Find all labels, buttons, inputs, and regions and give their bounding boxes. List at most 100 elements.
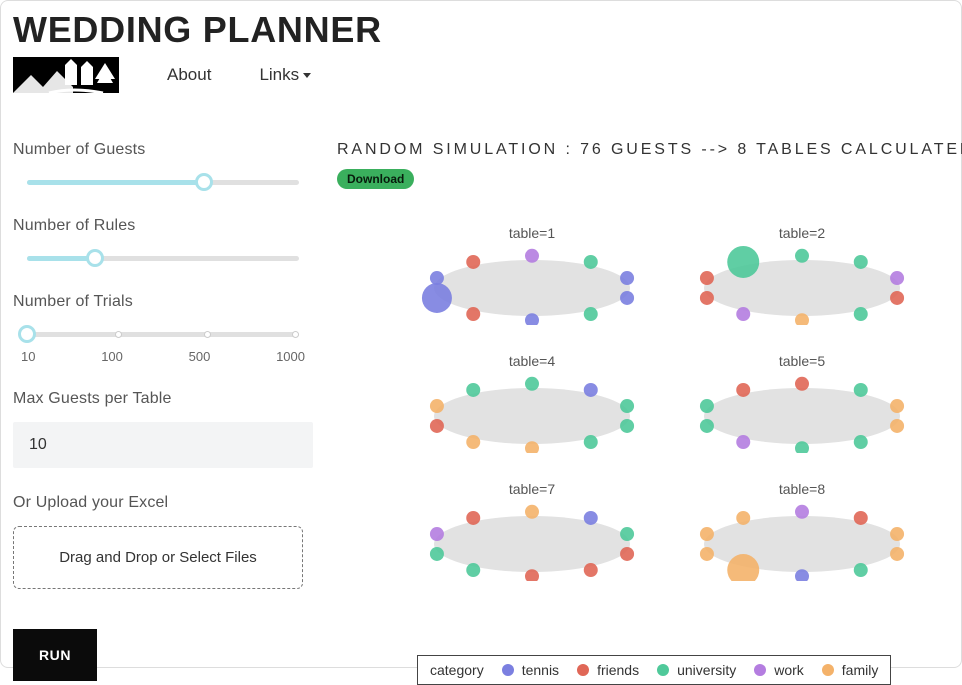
nav-links-label: Links [259, 65, 299, 85]
run-button[interactable]: RUN [13, 629, 97, 681]
guest-dot[interactable] [736, 511, 750, 525]
guest-dot[interactable] [620, 527, 634, 541]
legend-work: work [754, 662, 804, 678]
legend-friends: friends [577, 662, 639, 678]
table-cell: table=8 [677, 481, 927, 581]
guests-slider[interactable] [27, 173, 299, 191]
max-guests-input[interactable] [13, 422, 313, 468]
guest-dot[interactable] [430, 419, 444, 433]
nav-row: About Links [13, 57, 949, 93]
guest-dot[interactable] [700, 527, 714, 541]
guest-dot[interactable] [430, 399, 444, 413]
guest-dot[interactable] [890, 271, 904, 285]
legend-title: category [430, 662, 484, 678]
guest-dot[interactable] [525, 249, 539, 263]
guests-label: Number of Guests [13, 141, 313, 159]
table-label: table=4 [407, 353, 657, 369]
guest-dot[interactable] [422, 283, 452, 313]
logo-image [13, 57, 119, 93]
upload-dropzone[interactable]: Drag and Drop or Select Files [13, 526, 303, 589]
guest-dot[interactable] [430, 527, 444, 541]
guest-dot[interactable] [466, 511, 480, 525]
guest-dot[interactable] [584, 383, 598, 397]
guest-dot[interactable] [620, 399, 634, 413]
table-diagram [687, 499, 917, 581]
guest-dot[interactable] [466, 255, 480, 269]
guest-dot[interactable] [525, 377, 539, 391]
max-guests-label: Max Guests per Table [13, 390, 313, 408]
guest-dot[interactable] [795, 249, 809, 263]
legend-university: university [657, 662, 736, 678]
guest-dot[interactable] [854, 435, 868, 449]
guest-dot[interactable] [854, 511, 868, 525]
guest-dot[interactable] [466, 563, 480, 577]
table-diagram [687, 371, 917, 453]
guest-dot[interactable] [466, 307, 480, 321]
guest-dot[interactable] [584, 511, 598, 525]
guest-dot[interactable] [736, 307, 750, 321]
page-title: WEDDING PLANNER [13, 9, 949, 51]
guest-dot[interactable] [466, 383, 480, 397]
download-button[interactable]: Download [337, 169, 414, 189]
trials-slider[interactable] [27, 325, 299, 343]
guest-dot[interactable] [854, 255, 868, 269]
guest-dot[interactable] [890, 419, 904, 433]
guest-dot[interactable] [430, 547, 444, 561]
table-diagram [417, 243, 647, 325]
legend-family: family [822, 662, 879, 678]
guest-dot[interactable] [466, 435, 480, 449]
legend-tennis: tennis [502, 662, 559, 678]
rules-slider[interactable] [27, 249, 299, 267]
table-label: table=8 [677, 481, 927, 497]
table-diagram [687, 243, 917, 325]
table-label: table=7 [407, 481, 657, 497]
guest-dot[interactable] [854, 563, 868, 577]
table-diagram [417, 371, 647, 453]
guest-dot[interactable] [700, 419, 714, 433]
guest-dot[interactable] [620, 271, 634, 285]
guest-dot[interactable] [854, 307, 868, 321]
guest-dot[interactable] [890, 527, 904, 541]
guest-dot[interactable] [890, 399, 904, 413]
legend: category tennis friends university work … [417, 655, 891, 685]
upload-label: Or Upload your Excel [13, 494, 313, 512]
guest-dot[interactable] [854, 383, 868, 397]
table-cell: table=2 [677, 225, 927, 325]
guest-dot[interactable] [890, 291, 904, 305]
guest-dot[interactable] [700, 399, 714, 413]
trials-label: Number of Trials [13, 293, 313, 311]
table-cell: table=4 [407, 353, 657, 453]
nav-links-dropdown[interactable]: Links [259, 65, 311, 85]
guest-dot[interactable] [620, 547, 634, 561]
guest-dot[interactable] [736, 435, 750, 449]
guest-dot[interactable] [620, 419, 634, 433]
rules-label: Number of Rules [13, 217, 313, 235]
viz-panel: RANDOM SIMULATION : 76 GUESTS --> 8 TABL… [337, 141, 962, 681]
guest-dot[interactable] [700, 291, 714, 305]
table-diagram [417, 499, 647, 581]
table-label: table=2 [677, 225, 927, 241]
guest-dot[interactable] [727, 246, 759, 278]
guest-dot[interactable] [584, 307, 598, 321]
nav-about[interactable]: About [167, 65, 211, 85]
guest-dot[interactable] [430, 271, 444, 285]
guest-dot[interactable] [890, 547, 904, 561]
trials-ticks: 10 100 500 1000 [21, 349, 305, 364]
table-label: table=1 [407, 225, 657, 241]
guest-dot[interactable] [700, 547, 714, 561]
guest-dot[interactable] [620, 291, 634, 305]
table-label: table=5 [677, 353, 927, 369]
guest-dot[interactable] [795, 505, 809, 519]
controls-sidebar: Number of Guests Number of Rules Number … [13, 141, 313, 681]
guest-dot[interactable] [795, 377, 809, 391]
viz-title: RANDOM SIMULATION : 76 GUESTS --> 8 TABL… [337, 141, 962, 159]
guest-dot[interactable] [736, 383, 750, 397]
chevron-down-icon [303, 73, 311, 78]
guest-dot[interactable] [584, 563, 598, 577]
guest-dot[interactable] [584, 435, 598, 449]
guest-dot[interactable] [525, 505, 539, 519]
guest-dot[interactable] [700, 271, 714, 285]
guest-dot[interactable] [584, 255, 598, 269]
table-cell: table=7 [407, 481, 657, 581]
table-cell: table=5 [677, 353, 927, 453]
